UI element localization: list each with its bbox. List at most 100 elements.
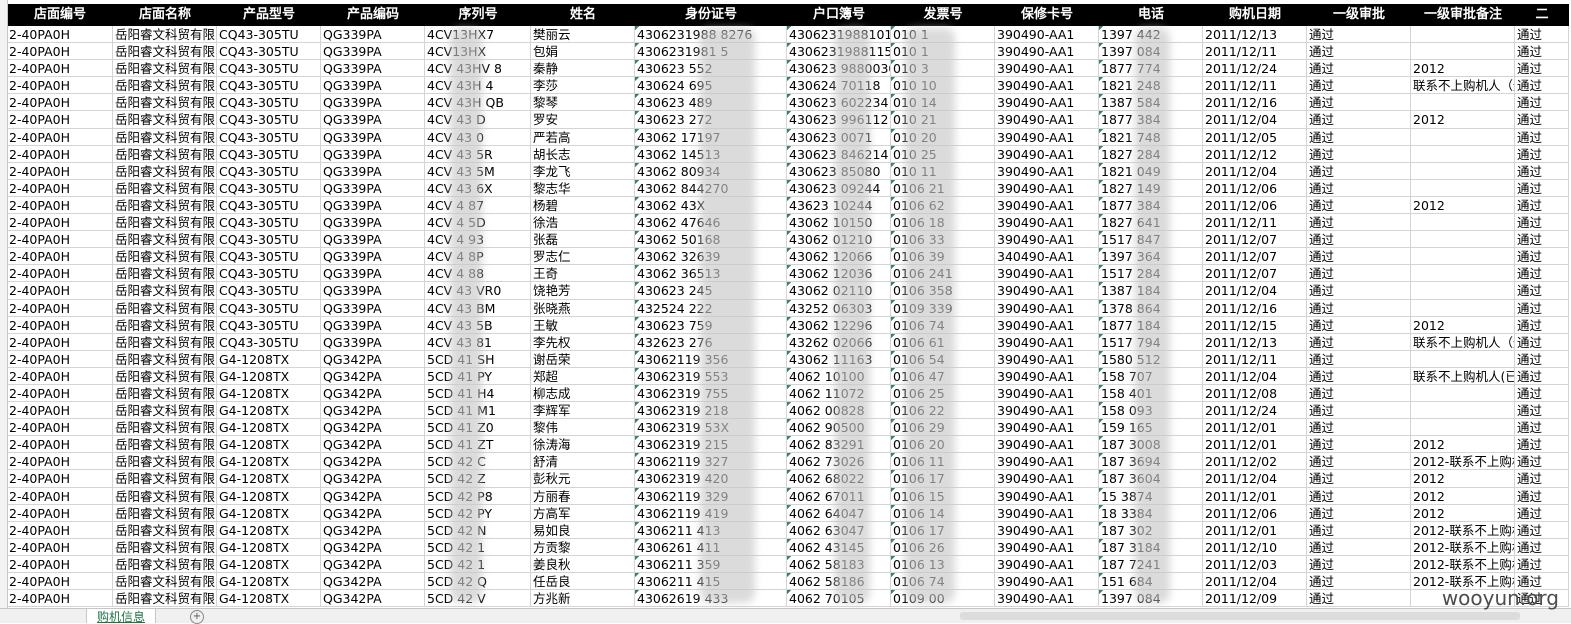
table-cell[interactable]: 岳阳睿文科贸有限 bbox=[113, 248, 217, 266]
table-cell[interactable]: G4-1208TX bbox=[217, 521, 321, 539]
table-cell[interactable]: 390490-AA1 bbox=[995, 555, 1099, 573]
table-cell[interactable]: 通过 bbox=[1515, 231, 1569, 249]
table-cell[interactable]: 胡长志 bbox=[531, 145, 635, 163]
data-grid[interactable]: 2-40PA0H岳阳睿文科贸有限CQ43-305TUQG339PA4CV13HX… bbox=[7, 26, 1569, 608]
table-cell[interactable]: 通过 bbox=[1307, 573, 1411, 591]
table-cell[interactable]: 2011/12/24 bbox=[1203, 402, 1307, 420]
table-cell[interactable]: 2012 bbox=[1411, 316, 1515, 334]
table-cell[interactable]: 通过 bbox=[1515, 350, 1569, 368]
table-cell[interactable]: 岳阳睿文科贸有限 bbox=[113, 231, 217, 249]
table-cell[interactable]: 2012-联系不上购机 bbox=[1411, 538, 1515, 556]
table-cell[interactable]: 2011/12/12 bbox=[1203, 145, 1307, 163]
table-cell[interactable]: 通过 bbox=[1515, 538, 1569, 556]
table-cell[interactable]: 通过 bbox=[1307, 128, 1411, 146]
table-cell[interactable]: 通过 bbox=[1307, 487, 1411, 505]
table-cell[interactable]: 2011/12/04 bbox=[1203, 573, 1307, 591]
table-cell[interactable]: 2012-联系不上购机 bbox=[1411, 453, 1515, 471]
table-cell[interactable]: QG339PA bbox=[321, 60, 425, 78]
table-cell[interactable]: G4-1208TX bbox=[217, 504, 321, 522]
table-cell[interactable]: 2-40PA0H bbox=[7, 316, 113, 334]
table-cell[interactable]: 2011/12/06 bbox=[1203, 504, 1307, 522]
table-cell[interactable]: 李辉军 bbox=[531, 402, 635, 420]
table-cell[interactable]: 徐浩 bbox=[531, 214, 635, 232]
table-cell[interactable]: 2-40PA0H bbox=[7, 43, 113, 61]
table-cell[interactable]: 通过 bbox=[1515, 111, 1569, 129]
table-cell[interactable]: 390490-AA1 bbox=[995, 77, 1099, 95]
table-cell[interactable]: 2012 bbox=[1411, 487, 1515, 505]
table-cell[interactable]: QG342PA bbox=[321, 504, 425, 522]
table-cell[interactable]: 罗志仁 bbox=[531, 248, 635, 266]
table-cell[interactable]: QG339PA bbox=[321, 128, 425, 146]
table-cell[interactable]: 2011/12/01 bbox=[1203, 436, 1307, 454]
table-cell[interactable]: 岳阳睿文科贸有限 bbox=[113, 43, 217, 61]
table-cell[interactable]: 2011/12/24 bbox=[1203, 60, 1307, 78]
table-cell[interactable]: 390490-AA1 bbox=[995, 350, 1099, 368]
table-cell[interactable]: 通过 bbox=[1307, 333, 1411, 351]
table-cell[interactable]: 柳志成 bbox=[531, 384, 635, 403]
table-cell[interactable]: 通过 bbox=[1307, 504, 1411, 522]
table-cell[interactable]: 通过 bbox=[1515, 367, 1569, 385]
table-cell[interactable]: CQ43-305TU bbox=[217, 179, 321, 197]
table-cell[interactable]: 舒清 bbox=[531, 453, 635, 471]
table-cell[interactable]: 通过 bbox=[1307, 77, 1411, 95]
table-cell[interactable] bbox=[1411, 145, 1515, 163]
table-cell[interactable]: 通过 bbox=[1307, 470, 1411, 488]
table-cell[interactable] bbox=[1411, 162, 1515, 180]
table-cell[interactable]: 岳阳睿文科贸有限 bbox=[113, 521, 217, 539]
table-cell[interactable]: 方丽春 bbox=[531, 487, 635, 505]
table-cell[interactable]: 2-40PA0H bbox=[7, 60, 113, 78]
table-cell[interactable]: 2011/12/06 bbox=[1203, 179, 1307, 197]
table-cell[interactable]: 通过 bbox=[1307, 453, 1411, 471]
table-cell[interactable]: 2011/12/07 bbox=[1203, 231, 1307, 249]
table-cell[interactable]: CQ43-305TU bbox=[217, 26, 321, 44]
table-cell[interactable]: 2011/12/04 bbox=[1203, 162, 1307, 180]
table-cell[interactable]: 390490-AA1 bbox=[995, 453, 1099, 471]
table-cell[interactable]: 2011/12/05 bbox=[1203, 128, 1307, 146]
table-cell[interactable]: 通过 bbox=[1515, 384, 1569, 403]
table-cell[interactable]: 通过 bbox=[1515, 555, 1569, 573]
table-cell[interactable] bbox=[1411, 231, 1515, 249]
table-cell[interactable]: 2011/12/11 bbox=[1203, 350, 1307, 368]
table-cell[interactable]: 易如良 bbox=[531, 521, 635, 539]
table-cell[interactable]: 联系不上购机人(已 bbox=[1411, 367, 1515, 385]
table-cell[interactable]: 岳阳睿文科贸有限 bbox=[113, 504, 217, 522]
table-cell[interactable]: 岳阳睿文科贸有限 bbox=[113, 77, 217, 95]
table-cell[interactable]: G4-1208TX bbox=[217, 436, 321, 454]
table-cell[interactable]: 2011/12/04 bbox=[1203, 470, 1307, 488]
table-cell[interactable]: 通过 bbox=[1515, 145, 1569, 163]
table-cell[interactable]: CQ43-305TU bbox=[217, 162, 321, 180]
table-cell[interactable]: 岳阳睿文科贸有限 bbox=[113, 470, 217, 488]
column-header[interactable]: 序列号 bbox=[425, 4, 531, 26]
table-cell[interactable]: 徐涛海 bbox=[531, 436, 635, 454]
table-cell[interactable]: 2-40PA0H bbox=[7, 367, 113, 385]
table-cell[interactable]: QG339PA bbox=[321, 162, 425, 180]
table-cell[interactable]: 2-40PA0H bbox=[7, 538, 113, 556]
table-cell[interactable]: 2012 bbox=[1411, 436, 1515, 454]
table-cell[interactable]: 通过 bbox=[1515, 419, 1569, 437]
table-cell[interactable]: QG339PA bbox=[321, 196, 425, 215]
table-cell[interactable]: 2-40PA0H bbox=[7, 196, 113, 215]
table-cell[interactable]: 2-40PA0H bbox=[7, 162, 113, 180]
table-cell[interactable]: 岳阳睿文科贸有限 bbox=[113, 436, 217, 454]
table-cell[interactable]: 2-40PA0H bbox=[7, 573, 113, 591]
table-cell[interactable]: 2-40PA0H bbox=[7, 402, 113, 420]
table-cell[interactable]: 2-40PA0H bbox=[7, 128, 113, 146]
table-cell[interactable]: 2012-联系不上购机 bbox=[1411, 521, 1515, 539]
table-cell[interactable]: QG342PA bbox=[321, 419, 425, 437]
table-cell[interactable]: 联系不上购机人（通 bbox=[1411, 77, 1515, 95]
table-cell[interactable]: 2011/12/09 bbox=[1203, 590, 1307, 608]
table-cell[interactable]: G4-1208TX bbox=[217, 487, 321, 505]
table-cell[interactable] bbox=[1411, 26, 1515, 44]
table-cell[interactable]: 黎志华 bbox=[531, 179, 635, 197]
table-cell[interactable]: 2011/12/01 bbox=[1203, 521, 1307, 539]
table-cell[interactable]: 通过 bbox=[1515, 214, 1569, 232]
column-header[interactable]: 产品型号 bbox=[217, 4, 321, 26]
table-cell[interactable]: 390490-AA1 bbox=[995, 265, 1099, 283]
table-cell[interactable]: 2011/12/01 bbox=[1203, 487, 1307, 505]
table-cell[interactable]: QG339PA bbox=[321, 282, 425, 300]
table-cell[interactable]: 通过 bbox=[1515, 77, 1569, 95]
table-cell[interactable] bbox=[1411, 248, 1515, 266]
table-cell[interactable]: CQ43-305TU bbox=[217, 333, 321, 351]
table-cell[interactable]: QG342PA bbox=[321, 538, 425, 556]
table-cell[interactable]: 2012 bbox=[1411, 60, 1515, 78]
